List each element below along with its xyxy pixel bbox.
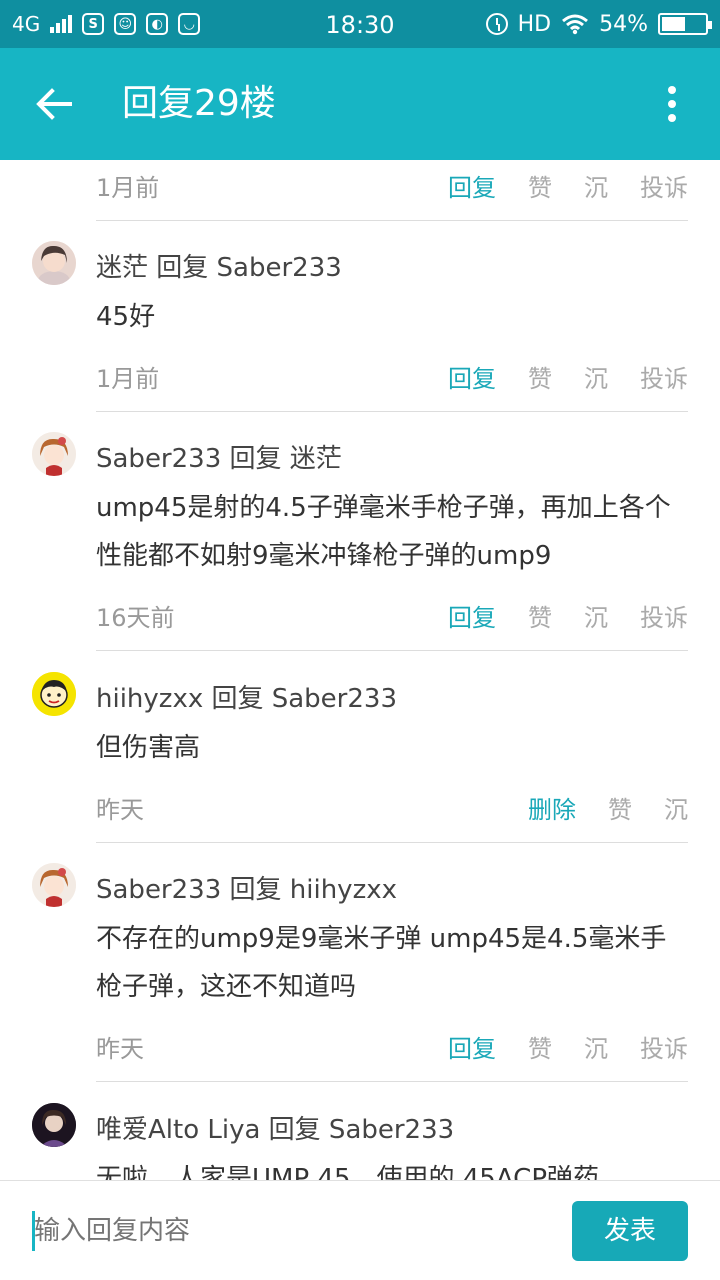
reply-list[interactable]: 1月前 回复 赞 沉 投诉 迷茫 回复 Saber233 45好 1月前 回复 [0,160,720,1180]
more-dot [668,86,676,94]
divider [96,220,688,221]
divider [96,650,688,651]
sink-button[interactable]: 沉 [584,359,608,394]
comment-meta: 1月前 回复 赞 沉 投诉 [96,168,688,208]
like-button[interactable]: 赞 [528,359,552,394]
sink-button[interactable]: 沉 [584,168,608,203]
girl-avatar-icon [32,241,76,285]
battery-percent: 54% [599,11,648,37]
comment-actions: 回复 赞 沉 投诉 [448,1029,688,1064]
avatar[interactable] [32,432,76,476]
divider [96,842,688,843]
dark-character-avatar-icon [32,1103,76,1147]
comment-actions: 回复 赞 沉 投诉 [448,168,688,203]
like-button[interactable]: 赞 [528,598,552,633]
wifi-icon [562,14,589,35]
comment-author: Saber233 回复 迷茫 [96,444,342,474]
comment-content: 不存在的ump9是9毫米子弹 ump45是4.5毫米手枪子弹，这还不知道吗 [96,924,667,1002]
comment-meta: 昨天 删除 赞 沉 [96,790,688,830]
comment-time: 1月前 [96,174,160,202]
send-button[interactable]: 发表 [572,1201,688,1261]
comment-author: Saber233 回复 hiihyzxx [96,875,397,905]
cartoon-avatar-icon [32,672,76,716]
back-button[interactable] [24,76,84,132]
status-right: HD 54% [485,0,712,48]
comment-content: 无啦，人家是UMP 45，使用的.45ACP弹药 [96,1164,600,1180]
text-cursor [32,1211,35,1251]
page-title: 回复29楼 [122,83,276,124]
like-button[interactable]: 赞 [528,168,552,203]
hd-indicator: HD [517,11,552,37]
comment-actions: 删除 赞 沉 [528,790,688,825]
comment-time: 昨天 [96,1035,144,1063]
reply-button[interactable]: 回复 [448,359,496,394]
comment-actions: 回复 赞 沉 投诉 [448,598,688,633]
divider [96,1081,688,1082]
comment-meta: 昨天 回复 赞 沉 投诉 [96,1029,688,1069]
report-button[interactable]: 投诉 [640,359,688,394]
report-button[interactable]: 投诉 [640,598,688,633]
reply-button[interactable]: 回复 [448,168,496,203]
comment-content: 45好 [96,302,156,332]
comment-meta: 16天前 回复 赞 沉 投诉 [96,598,688,638]
comment-content: 但伤害高 [96,733,201,763]
comment-time: 昨天 [96,796,144,824]
sink-button[interactable]: 沉 [664,790,688,825]
more-options-button[interactable] [652,76,692,132]
reply-button[interactable]: 回复 [448,1029,496,1064]
avatar[interactable] [32,672,76,716]
reply-input-bar: 发表 [0,1180,720,1280]
more-dot [668,114,676,122]
avatar[interactable] [32,241,76,285]
comment-meta: 1月前 回复 赞 沉 投诉 [96,359,688,399]
avatar[interactable] [32,1103,76,1147]
comment-time: 1月前 [96,365,160,393]
reply-button[interactable]: 回复 [448,598,496,633]
anime-girl-avatar-icon [32,432,76,476]
comment-author: 迷茫 回复 Saber233 [96,253,342,283]
anime-girl-avatar-icon [32,863,76,907]
divider [96,411,688,412]
comment-author: 唯爱Alto Liya 回复 Saber233 [96,1115,455,1145]
alarm-icon [485,13,508,35]
delete-button[interactable]: 删除 [528,790,576,825]
sink-button[interactable]: 沉 [584,1029,608,1064]
app-bar: 回复29楼 [0,48,720,160]
avatar[interactable] [32,863,76,907]
status-bar: 4G S ☺ ◐ ◡ 18:30 HD 54% [0,0,720,48]
battery-fill [662,17,685,31]
sink-button[interactable]: 沉 [584,598,608,633]
like-button[interactable]: 赞 [528,1029,552,1064]
back-arrow-icon [36,88,72,120]
like-button[interactable]: 赞 [608,790,632,825]
more-dot [668,100,676,108]
report-button[interactable]: 投诉 [640,168,688,203]
comment-author: hiihyzxx 回复 Saber233 [96,684,397,714]
comment-content: ump45是射的4.5子弹毫米手枪子弹，再加上各个性能都不如射9毫米冲锋枪子弹的… [96,493,671,571]
battery-icon [658,13,712,35]
comment-actions: 回复 赞 沉 投诉 [448,359,688,394]
comment-time: 16天前 [96,604,175,632]
reply-input[interactable] [32,1211,532,1251]
report-button[interactable]: 投诉 [640,1029,688,1064]
